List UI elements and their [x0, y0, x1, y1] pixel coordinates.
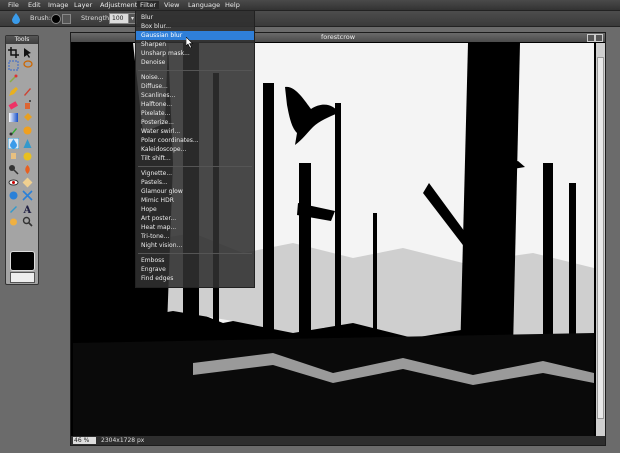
marquee-select-icon[interactable]: [8, 60, 19, 71]
menu-language[interactable]: Language: [185, 1, 223, 9]
menu-help[interactable]: Help: [222, 1, 243, 9]
menu-item-engrave[interactable]: Engrave: [136, 265, 254, 274]
pencil-icon[interactable]: [8, 86, 19, 97]
menu-layer[interactable]: Layer: [71, 1, 95, 9]
smudge-icon[interactable]: [8, 151, 19, 162]
sponge-icon[interactable]: [22, 151, 33, 162]
menu-item-blur[interactable]: Blur: [136, 13, 254, 22]
menu-item-find-edges[interactable]: Find edges: [136, 274, 254, 283]
vertical-scrollbar-thumb[interactable]: [597, 57, 604, 419]
brush-icon[interactable]: [22, 86, 33, 97]
bloat-icon[interactable]: [8, 190, 19, 201]
menu-item-box-blur[interactable]: Box blur...: [136, 22, 254, 31]
text-icon[interactable]: A: [22, 203, 33, 214]
mouse-pointer-icon: [186, 37, 194, 48]
maximize-icon[interactable]: [587, 34, 595, 42]
blur-droplet-icon[interactable]: [11, 13, 21, 24]
menu-item-heat-map[interactable]: Heat map...: [136, 223, 254, 232]
menu-file[interactable]: File: [5, 1, 22, 9]
menu-item-posterize[interactable]: Posterize...: [136, 118, 254, 127]
menu-item-polar-coordinates[interactable]: Polar coordinates...: [136, 136, 254, 145]
brush-picker-button[interactable]: [62, 14, 71, 24]
lasso-icon[interactable]: [22, 60, 33, 71]
zoom-icon[interactable]: [22, 216, 33, 227]
clone-stamp-icon[interactable]: [8, 125, 19, 136]
menu-item-night-vision[interactable]: Night vision...: [136, 241, 254, 250]
menu-item-gaussian-blur[interactable]: Gaussian blur: [136, 31, 254, 40]
tools-panel-title: Tools: [6, 36, 38, 44]
menu-item-emboss[interactable]: Emboss: [136, 256, 254, 265]
image-dimensions: 2304x1728 px: [101, 437, 145, 444]
close-icon[interactable]: [595, 34, 603, 42]
menu-item-vignette[interactable]: Vignette...: [136, 169, 254, 178]
menu-item-tilt-shift[interactable]: Tilt shift...: [136, 154, 254, 163]
menu-item-denoise[interactable]: Denoise: [136, 58, 254, 67]
strength-input[interactable]: 100: [109, 13, 130, 24]
menu-item-kaleidoscope[interactable]: Kaleidoscope...: [136, 145, 254, 154]
menu-item-water-swirl[interactable]: Water swirl...: [136, 127, 254, 136]
menu-adjustment[interactable]: Adjustment: [97, 1, 140, 9]
gradient-icon[interactable]: [8, 112, 19, 123]
menu-item-hope[interactable]: Hope: [136, 205, 254, 214]
paint-bucket-icon[interactable]: [22, 112, 33, 123]
foreground-color-swatch[interactable]: [10, 251, 35, 271]
menu-view[interactable]: View: [161, 1, 182, 9]
menu-item-art-poster[interactable]: Art poster...: [136, 214, 254, 223]
brush-label: Brush:: [30, 14, 51, 22]
menu-item-glamour-glow[interactable]: Glamour glow: [136, 187, 254, 196]
menu-item-halftone[interactable]: Halftone...: [136, 100, 254, 109]
vertical-scrollbar[interactable]: [596, 43, 605, 436]
menu-divider: [138, 166, 252, 167]
background-color-swatch[interactable]: [10, 272, 35, 283]
menu-item-noise[interactable]: Noise...: [136, 73, 254, 82]
menu-item-mimic-hdr[interactable]: Mimic HDR: [136, 196, 254, 205]
magic-wand-icon[interactable]: [8, 73, 19, 84]
zoom-value: 46: [74, 437, 82, 444]
menu-filter[interactable]: Filter: [137, 1, 160, 9]
menu-image[interactable]: Image: [45, 1, 71, 9]
document-title: forestcrow: [320, 33, 356, 41]
filter-dropdown-menu: Blur Box blur... Gaussian blur Sharpen U…: [135, 10, 255, 288]
blur-drop-icon[interactable]: [8, 138, 19, 149]
status-bar: 46 % 2304x1728 px: [71, 436, 605, 445]
burn-icon[interactable]: [22, 164, 33, 175]
crop-icon[interactable]: [8, 47, 19, 58]
menu-item-sharpen[interactable]: Sharpen: [136, 40, 254, 49]
menu-item-scanlines[interactable]: Scanlines...: [136, 91, 254, 100]
dodge-icon[interactable]: [8, 164, 19, 175]
move-arrow-icon[interactable]: [22, 47, 33, 58]
svg-text:A: A: [23, 205, 32, 214]
menu-edit[interactable]: Edit: [25, 1, 44, 9]
menu-item-unsharp-mask[interactable]: Unsharp mask...: [136, 49, 254, 58]
red-eye-icon[interactable]: [8, 177, 19, 188]
pinch-icon[interactable]: [22, 190, 33, 201]
menu-divider: [138, 70, 252, 71]
menu-item-diffuse[interactable]: Diffuse...: [136, 82, 254, 91]
menu-bar: File Edit Image Layer Adjustment Filter …: [0, 0, 620, 11]
menu-divider: [138, 253, 252, 254]
eraser-icon[interactable]: [8, 99, 19, 110]
color-replace-icon[interactable]: [22, 125, 33, 136]
brush-preview[interactable]: [51, 14, 61, 24]
tools-panel: Tools A: [5, 35, 39, 285]
zoom-unit: %: [83, 437, 90, 444]
color-picker-icon[interactable]: [8, 203, 19, 214]
spot-heal-icon[interactable]: [22, 177, 33, 188]
strength-label: Strength:: [81, 14, 112, 22]
sharpen-icon[interactable]: [22, 138, 33, 149]
options-bar: Brush: Strength: 100 ▾: [0, 11, 620, 27]
menu-item-pastels[interactable]: Pastels...: [136, 178, 254, 187]
hand-icon[interactable]: [8, 216, 19, 227]
zoom-input[interactable]: 46 %: [73, 437, 96, 444]
menu-item-tri-tone[interactable]: Tri-tone...: [136, 232, 254, 241]
spray-icon[interactable]: [22, 99, 33, 110]
menu-item-pixelate[interactable]: Pixelate...: [136, 109, 254, 118]
